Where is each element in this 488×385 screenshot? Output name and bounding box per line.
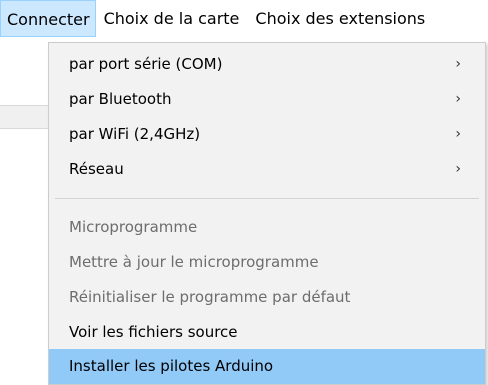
menu-item-label: Réseau — [69, 160, 124, 178]
menu-item-label: Réinitialiser le programme par défaut — [69, 288, 351, 306]
menu-connecter[interactable]: Connecter — [0, 0, 96, 37]
menu-item-serial[interactable]: par port série (COM) › — [49, 47, 485, 82]
menu-item-view-source[interactable]: Voir les fichiers source — [49, 315, 485, 350]
menu-item-label: par Bluetooth — [69, 90, 172, 108]
menu-choix-carte[interactable]: Choix de la carte — [96, 0, 248, 37]
menu-item-label: Mettre à jour le microprogramme — [69, 253, 319, 271]
chevron-right-icon: › — [455, 91, 461, 107]
menu-item-update-firmware[interactable]: Mettre à jour le microprogramme — [49, 245, 485, 280]
toolbar-band — [0, 105, 50, 129]
menu-item-wifi[interactable]: par WiFi (2,4GHz) › — [49, 117, 485, 152]
menu-item-microprogramme[interactable]: Microprogramme — [49, 210, 485, 245]
menu-item-reseau[interactable]: Réseau › — [49, 152, 485, 187]
menu-item-label: par port série (COM) — [69, 55, 223, 73]
menu-item-install-arduino-drivers[interactable]: Installer les pilotes Arduino — [49, 349, 485, 384]
menu-item-label: Voir les fichiers source — [69, 323, 238, 341]
menu-item-label: par WiFi (2,4GHz) — [69, 125, 201, 143]
menu-item-label: Installer les pilotes Arduino — [69, 357, 274, 375]
menu-separator — [55, 198, 479, 199]
menu-item-reset-default[interactable]: Réinitialiser le programme par défaut — [49, 280, 485, 315]
menu-choix-extensions[interactable]: Choix des extensions — [247, 0, 433, 37]
chevron-right-icon: › — [455, 126, 461, 142]
chevron-right-icon: › — [455, 56, 461, 72]
connecter-dropdown: par port série (COM) › par Bluetooth › p… — [48, 42, 486, 385]
menu-item-bluetooth[interactable]: par Bluetooth › — [49, 82, 485, 117]
chevron-right-icon: › — [455, 161, 461, 177]
menu-item-label: Microprogramme — [69, 218, 198, 236]
menu-bar: Connecter Choix de la carte Choix des ex… — [0, 0, 488, 37]
